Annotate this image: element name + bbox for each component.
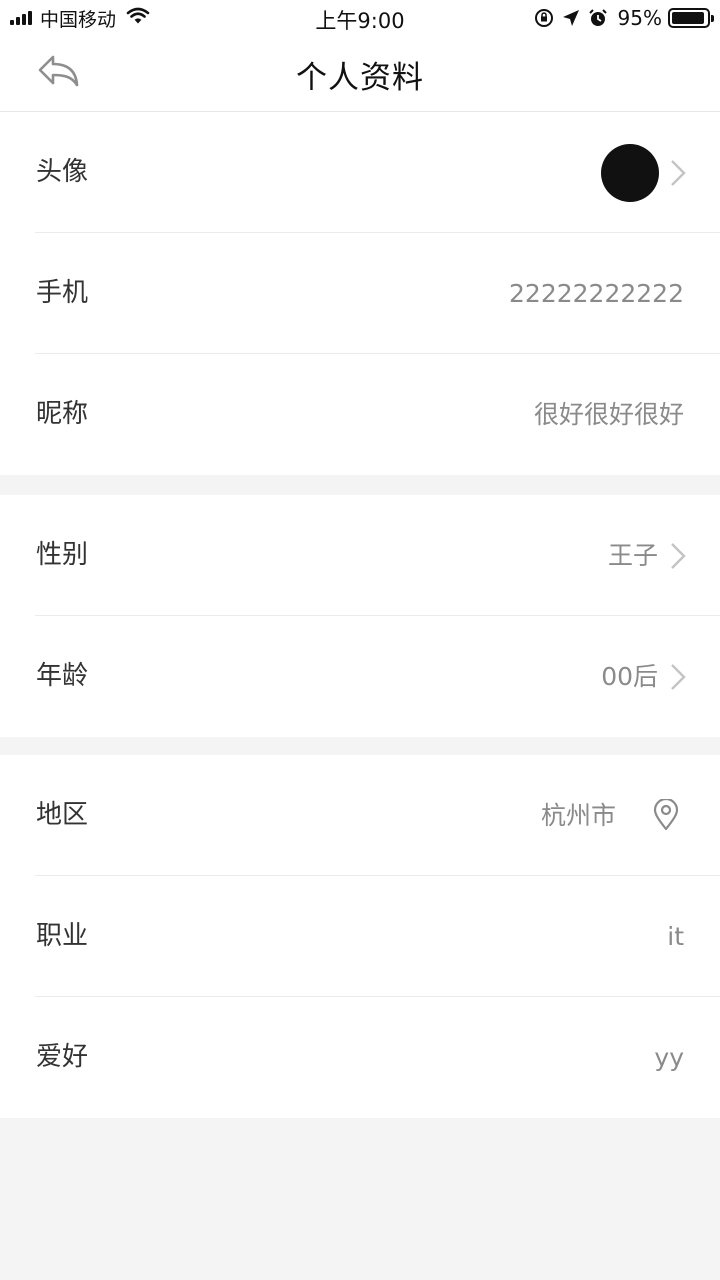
location-pin-icon[interactable] <box>652 799 680 831</box>
profile-group-basic: 头像 手机 22222222222 昵称 很好很好很好 <box>0 112 720 475</box>
chevron-right-icon <box>671 543 686 569</box>
chevron-right-icon <box>671 664 686 690</box>
row-label: 爱好 <box>36 1042 89 1072</box>
hobby-value: yy <box>654 1043 684 1072</box>
nickname-value: 很好很好很好 <box>533 400 684 429</box>
row-age[interactable]: 年龄 00后 <box>0 616 720 737</box>
row-phone[interactable]: 手机 22222222222 <box>0 233 720 354</box>
row-label: 昵称 <box>36 399 89 429</box>
location-arrow-icon <box>562 9 580 27</box>
phone-value: 22222222222 <box>509 279 684 308</box>
row-hobby[interactable]: 爱好 yy <box>0 997 720 1118</box>
chevron-right-icon <box>671 160 686 186</box>
age-value: 00后 <box>601 662 658 691</box>
row-label: 手机 <box>36 278 89 308</box>
row-label: 性别 <box>36 540 89 570</box>
occupation-value: it <box>667 922 684 951</box>
status-right: 95% <box>526 6 714 30</box>
region-value: 杭州市 <box>540 801 616 830</box>
battery-icon <box>668 8 714 28</box>
profile-group-extra: 地区 杭州市 职业 it 爱好 yy <box>0 755 720 1118</box>
alarm-icon <box>588 8 608 28</box>
row-occupation[interactable]: 职业 it <box>0 876 720 997</box>
battery-percentage: 95% <box>617 6 662 30</box>
row-gender[interactable]: 性别 王子 <box>0 495 720 616</box>
profile-group-personal: 性别 王子 年龄 00后 <box>0 495 720 737</box>
page-title: 个人资料 <box>296 60 424 96</box>
row-region[interactable]: 地区 杭州市 <box>0 755 720 876</box>
row-nickname[interactable]: 昵称 很好很好很好 <box>0 354 720 475</box>
row-label: 年龄 <box>36 661 89 691</box>
navigation-bar: 个人资料 <box>0 36 720 112</box>
orientation-lock-icon <box>534 8 554 28</box>
avatar <box>601 144 659 202</box>
row-label: 地区 <box>36 800 89 830</box>
battery-fill <box>672 12 705 24</box>
row-label: 头像 <box>36 157 89 187</box>
row-avatar[interactable]: 头像 <box>0 112 720 233</box>
status-bar: 中国移动 上午9:00 95% <box>0 0 720 36</box>
row-label: 职业 <box>36 921 89 951</box>
gender-value: 王子 <box>607 541 658 570</box>
